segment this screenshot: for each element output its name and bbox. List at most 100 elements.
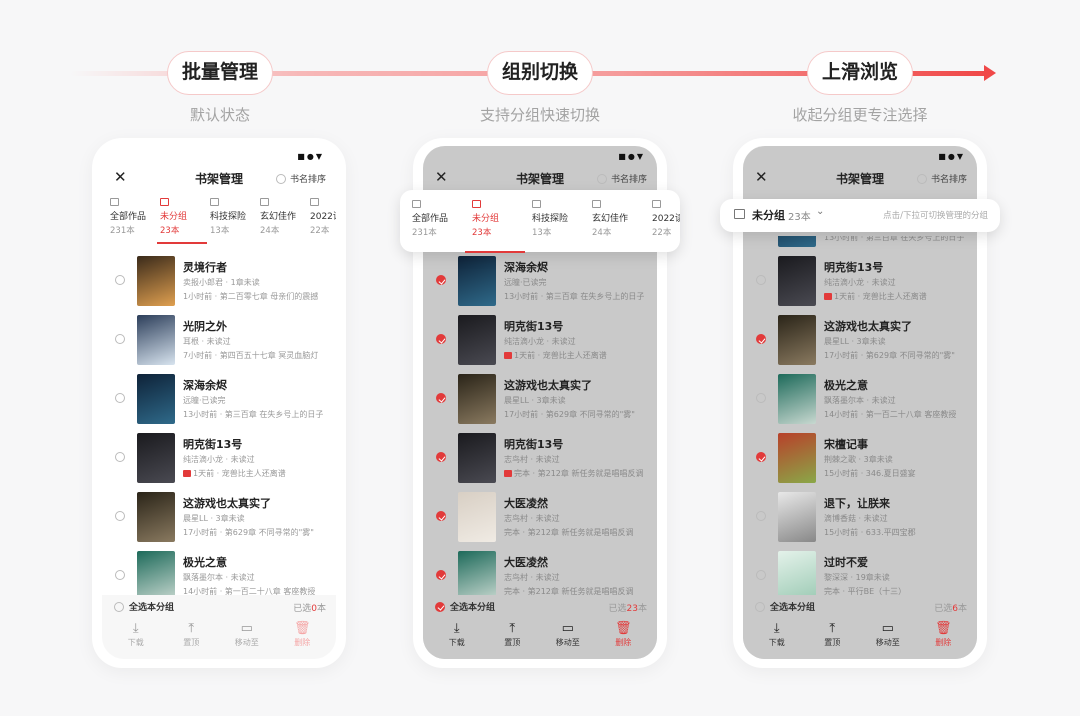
radio-icon[interactable] (755, 601, 765, 612)
delete-button[interactable]: 🗑 删除 (603, 621, 643, 648)
download-button[interactable]: ⤓ 下载 (437, 621, 477, 648)
select-all-label: 全选本分组 (770, 603, 816, 613)
book-list[interactable]: 灵境行者 卖报小郎君 · 1章未读 1小时前 · 第二百零七章 母亲们的震撼 光阴之外… (102, 236, 336, 605)
move-to-button[interactable]: ▭ 移动至 (227, 621, 267, 648)
tab-0[interactable]: 全部作品 231本 (110, 198, 160, 244)
book-cover (778, 433, 816, 483)
book-latest: 1小时前 · 第二百零七章 母亲们的震撼 (183, 291, 318, 302)
checked-icon[interactable] (436, 393, 446, 403)
video-icon (824, 293, 832, 300)
selected-prefix: 已选 (608, 604, 627, 614)
checked-icon[interactable] (436, 452, 446, 462)
download-button[interactable]: ⤓ 下载 (757, 621, 797, 648)
group-name: 未分组 (752, 209, 785, 222)
tab-2[interactable]: 科技探险 13本 (210, 198, 260, 244)
radio-icon[interactable] (115, 334, 125, 344)
book-row[interactable]: 明克街13号 纯洁滴小龙 · 未读过 1天前 · 宠兽比主人还离谱 (102, 428, 336, 487)
book-row[interactable]: 灵境行者 卖报小郎君 · 1章未读 1小时前 · 第二百零七章 母亲们的震撼 (102, 251, 336, 310)
book-cover (137, 492, 175, 542)
tab-1[interactable]: 未分组 23本 (160, 198, 210, 244)
toolbar: ⤓ 下载 ⤒ 置顶 ▭ 移动至 🗑 删除 (423, 621, 657, 648)
book-row[interactable]: 宋檀记事 荆棘之歌 · 3章未读 15小时前 · 346.夏日盛宴 (743, 428, 977, 487)
tab-4[interactable]: 2022读 22本 (310, 198, 336, 244)
tab-label: 全部作品 (110, 212, 147, 222)
checked-icon[interactable] (436, 334, 446, 344)
radio-icon[interactable] (756, 570, 766, 580)
tab-label: 玄幻佳作 (260, 212, 297, 222)
book-row[interactable]: 明克街13号 纯洁滴小龙 · 未读过 1天前 · 宠兽比主人还离谱 (743, 251, 977, 310)
book-latest-text: 1天前 · 宠兽比主人还离谱 (834, 292, 927, 301)
delete-button[interactable]: 🗑 删除 (282, 621, 322, 648)
download-icon: ⤓ (453, 621, 460, 636)
folder-icon (532, 200, 541, 208)
select-all-toggle[interactable]: 全选本分组 (755, 600, 815, 613)
radio-icon[interactable] (756, 511, 766, 521)
tab-count: 231本 (110, 226, 135, 236)
pin-top-button[interactable]: ⤒ 置顶 (492, 621, 532, 648)
book-row[interactable]: 深海余烬远瞳·已读完13小时前 · 第三百章 在失乡号上的日子 (743, 236, 977, 251)
book-title: 明克街13号 (824, 261, 884, 274)
book-title: 明克街13号 (504, 438, 564, 451)
book-title: 灵境行者 (183, 261, 227, 274)
pin-top-button[interactable]: ⤒ 置顶 (171, 621, 211, 648)
tab-4[interactable]: 2022读 22本 (652, 200, 680, 252)
download-button[interactable]: ⤓ 下载 (116, 621, 156, 648)
checked-icon[interactable] (435, 601, 445, 612)
book-latest: 完本 · 第212章 新任务就是唱唱反调 (504, 527, 633, 538)
radio-icon[interactable] (115, 452, 125, 462)
tool-label: 删除 (294, 638, 311, 647)
radio-icon[interactable] (115, 511, 125, 521)
book-cover (458, 374, 496, 424)
book-row[interactable]: 明克街13号 志鸟村 · 未读过 完本 · 第212章 新任务就是唱唱反调 (423, 428, 657, 487)
chevron-down-icon[interactable]: ⌄ (816, 206, 824, 217)
tab-3[interactable]: 玄幻佳作 24本 (260, 198, 310, 244)
sort-by-name-toggle[interactable]: 书名排序 (275, 172, 326, 185)
checked-icon[interactable] (756, 334, 766, 344)
pin-top-icon: ⤒ (509, 621, 516, 636)
book-list[interactable]: 深海余烬远瞳·已读完13小时前 · 第三百章 在失乡号上的日子明克街13号纯洁滴… (743, 236, 977, 605)
select-all-toggle[interactable]: 全选本分组 (114, 600, 174, 613)
move-to-button[interactable]: ▭ 移动至 (548, 621, 588, 648)
radio-icon[interactable] (115, 570, 125, 580)
book-row[interactable]: 这游戏也太真实了 晨星LL · 3章未读 17小时前 · 第629章 不同寻常的"雾… (423, 369, 657, 428)
book-meta: 晨星LL · 3章未读 (824, 337, 886, 346)
active-tab-indicator (157, 242, 207, 244)
book-latest-text: 13小时前 · 第三百章 在失乡号上的日子 (504, 292, 645, 301)
book-row[interactable]: 这游戏也太真实了 晨星LL · 3章未读 17小时前 · 第629章 不同寻常的"雾… (743, 310, 977, 369)
tab-0[interactable]: 全部作品 231本 (412, 200, 472, 252)
book-row[interactable]: 深海余烬远瞳·已读完13小时前 · 第三百章 在失乡号上的日子 (102, 369, 336, 428)
radio-icon (596, 173, 607, 184)
tab-3[interactable]: 玄幻佳作 24本 (592, 200, 652, 252)
radio-icon[interactable] (115, 275, 125, 285)
radio-icon[interactable] (114, 601, 124, 612)
radio-icon[interactable] (756, 275, 766, 285)
move-to-button[interactable]: ▭ 移动至 (868, 621, 908, 648)
book-row[interactable]: 大医凌然 志鸟村 · 未读过 完本 · 第212章 新任务就是唱唱反调 (423, 487, 657, 546)
flow-arrow-icon (984, 65, 996, 81)
book-row[interactable]: 极光之意 飘落墨尔本 · 未读过 14小时前 · 第一百二十八章 客座教授 (743, 369, 977, 428)
book-row[interactable]: 退下，让朕来 滴博香菇 · 未读过 15小时前 · 633.平四宝郡 (743, 487, 977, 546)
select-all-toggle[interactable]: 全选本分组 (435, 600, 495, 613)
checked-icon[interactable] (756, 452, 766, 462)
checked-icon[interactable] (436, 511, 446, 521)
sort-by-name-toggle[interactable]: 书名排序 (916, 172, 967, 185)
book-row[interactable]: 深海余烬远瞳·已读完13小时前 · 第三百章 在失乡号上的日子 (423, 251, 657, 310)
book-latest: 7小时前 · 第四百五十七章 冥灵血脑灯 (183, 350, 318, 361)
folder-icon (734, 209, 745, 219)
sort-by-name-toggle[interactable]: 书名排序 (596, 172, 647, 185)
checked-icon[interactable] (436, 570, 446, 580)
tab-count: 13本 (532, 228, 552, 238)
radio-icon[interactable] (756, 393, 766, 403)
step-pill: 批量管理 (167, 51, 273, 95)
group-switcher-bar[interactable]: 未分组 23本 ⌄ 点击/下拉可切换管理的分组 (720, 199, 1000, 232)
book-row[interactable]: 光阴之外 耳根 · 未读过 7小时前 · 第四百五十七章 冥灵血脑灯 (102, 310, 336, 369)
tab-2[interactable]: 科技探险 13本 (532, 200, 592, 252)
book-row[interactable]: 这游戏也太真实了 晨星LL · 3章未读 17小时前 · 第629章 不同寻常的"雾… (102, 487, 336, 546)
tab-1[interactable]: 未分组 23本 (472, 200, 532, 252)
pin-top-button[interactable]: ⤒ 置顶 (812, 621, 852, 648)
book-list[interactable]: 深海余烬远瞳·已读完13小时前 · 第三百章 在失乡号上的日子明克街13号纯洁滴… (423, 236, 657, 605)
radio-icon[interactable] (115, 393, 125, 403)
checked-icon[interactable] (436, 275, 446, 285)
book-row[interactable]: 明克街13号 纯洁滴小龙 · 未读过 1天前 · 宠兽比主人还离谱 (423, 310, 657, 369)
delete-button[interactable]: 🗑 删除 (923, 621, 963, 648)
